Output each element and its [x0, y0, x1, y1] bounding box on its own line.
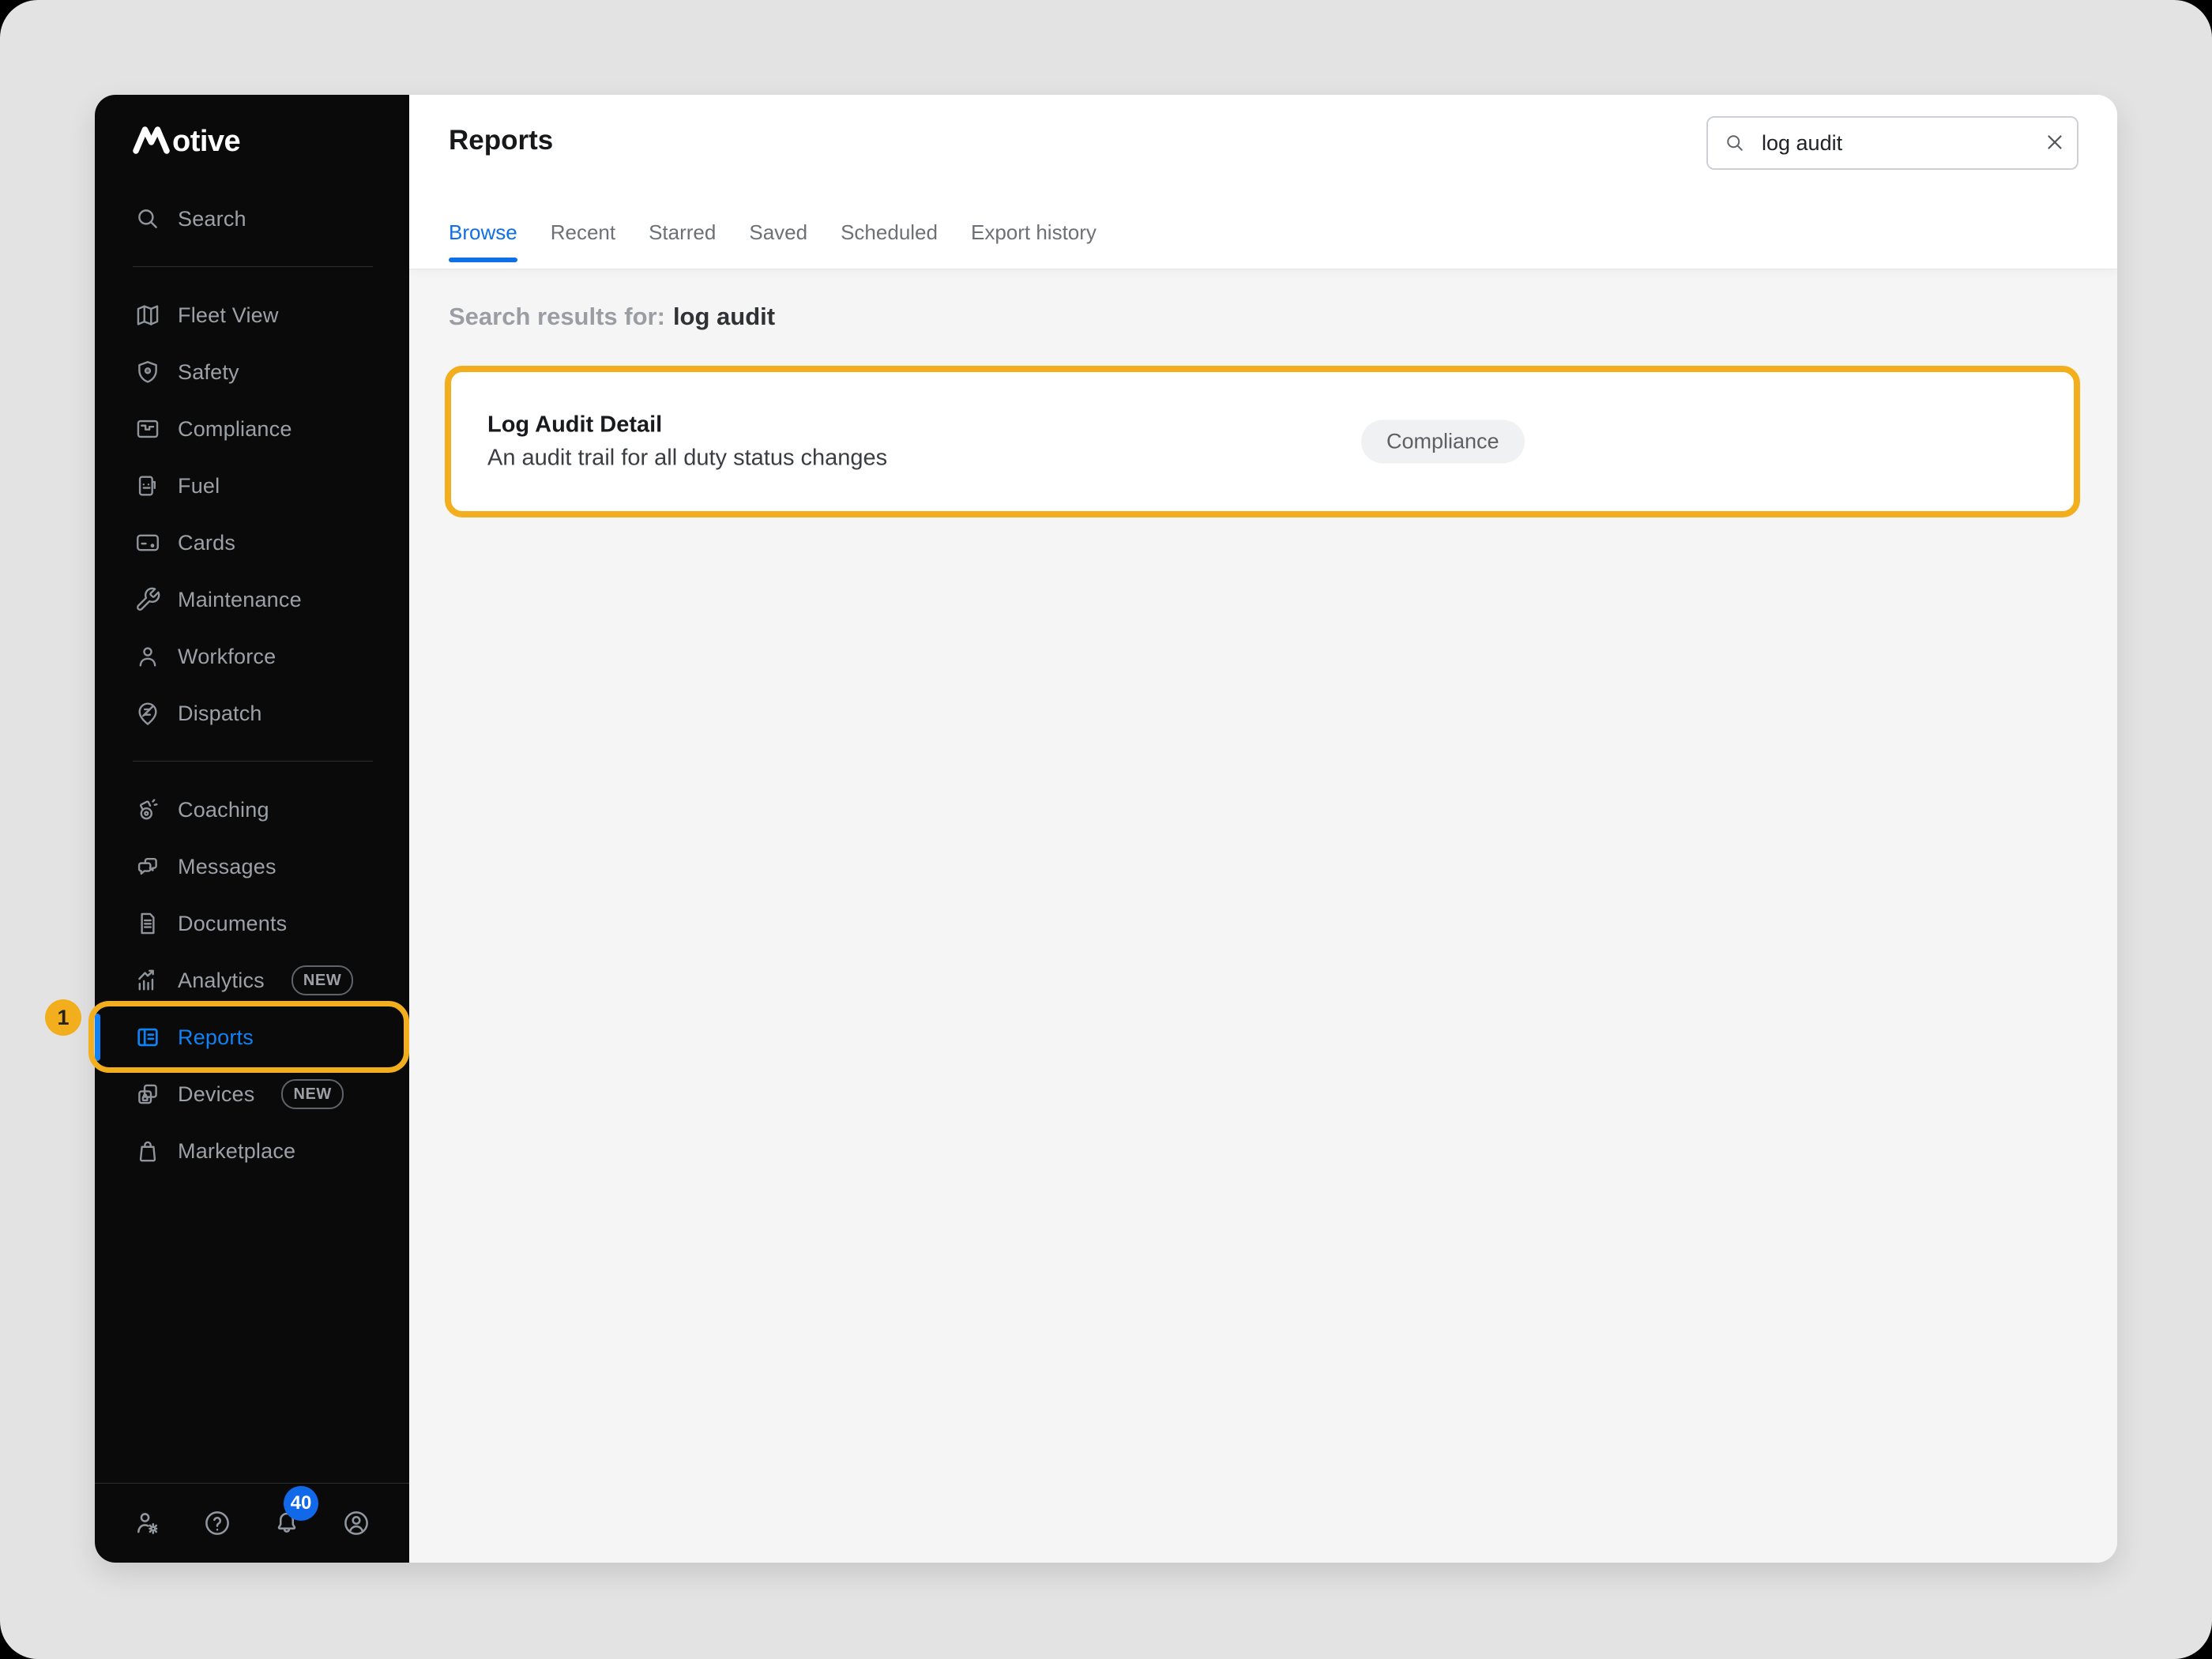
help-icon[interactable] — [202, 1508, 232, 1538]
sidebar-item-label: Coaching — [178, 798, 269, 822]
report-title: Log Audit Detail — [487, 412, 887, 438]
sidebar-item-label: Devices — [178, 1082, 254, 1107]
reports-search-box — [1706, 116, 2078, 170]
sidebar-item-label: Fuel — [178, 474, 220, 498]
tab-starred[interactable]: Starred — [649, 202, 716, 262]
search-input[interactable] — [1760, 130, 2043, 156]
sidebar-item-label: Fleet View — [178, 303, 279, 328]
notification-count-badge: 40 — [284, 1486, 318, 1521]
new-badge: NEW — [281, 1079, 343, 1109]
sidebar-item-dispatch[interactable]: Dispatch — [95, 685, 409, 742]
sidebar-divider — [133, 761, 373, 762]
sidebar-item-label: Reports — [178, 1025, 254, 1050]
clear-search-icon[interactable] — [2043, 130, 2067, 156]
tab-scheduled[interactable]: Scheduled — [841, 202, 938, 262]
profile-icon[interactable] — [341, 1508, 371, 1538]
sidebar-item-documents[interactable]: Documents — [95, 895, 409, 952]
sidebar-item-label: Documents — [178, 912, 287, 936]
sidebar-item-label: Search — [178, 207, 246, 231]
sidebar-item-coaching[interactable]: Coaching — [95, 781, 409, 838]
sidebar-item-compliance[interactable]: Compliance — [95, 401, 409, 457]
page-header: Reports Browse Recent Starred Saved Sche… — [409, 95, 2117, 269]
sidebar-item-label: Marketplace — [178, 1139, 295, 1164]
tab-recent[interactable]: Recent — [551, 202, 615, 262]
wrench-icon — [134, 586, 161, 613]
dispatch-pin-icon — [134, 700, 161, 727]
document-icon — [134, 910, 161, 937]
sidebar-item-reports[interactable]: Reports — [95, 1009, 409, 1066]
sidebar-item-marketplace[interactable]: Marketplace — [95, 1123, 409, 1179]
sidebar-item-fuel[interactable]: Fuel — [95, 457, 409, 514]
admin-user-gear-icon[interactable] — [133, 1508, 163, 1538]
notifications-bell-icon[interactable]: 40 — [272, 1508, 302, 1538]
analytics-chart-icon — [134, 967, 161, 994]
results-heading: Search results for: log audit — [449, 303, 775, 331]
whistle-icon — [134, 796, 161, 823]
svg-text:otive: otive — [172, 125, 240, 157]
tab-bar: Browse Recent Starred Saved Scheduled Ex… — [449, 202, 1097, 262]
main-panel: Reports Browse Recent Starred Saved Sche… — [409, 95, 2117, 1563]
sidebar-item-safety[interactable]: Safety — [95, 344, 409, 401]
sidebar-item-devices[interactable]: Devices NEW — [95, 1066, 409, 1123]
sidebar-item-label: Safety — [178, 360, 239, 385]
shield-icon — [134, 359, 161, 386]
report-card-text: Log Audit Detail An audit trail for all … — [487, 412, 887, 472]
sidebar-item-label: Maintenance — [178, 588, 302, 612]
app-window: otive Search Fleet View Safety — [95, 95, 2117, 1563]
category-badge: Compliance — [1361, 420, 1525, 464]
sidebar-item-label: Dispatch — [178, 702, 262, 726]
sidebar-item-fleet-view[interactable]: Fleet View — [95, 287, 409, 344]
map-icon — [134, 302, 161, 329]
page-title: Reports — [449, 125, 553, 156]
sidebar-spacer — [95, 1179, 409, 1483]
annotation-step-badge: 1 — [45, 999, 81, 1036]
results-heading-prefix: Search results for: — [449, 303, 665, 330]
active-indicator-bar — [95, 1014, 100, 1061]
screenshot-canvas: otive Search Fleet View Safety — [0, 0, 2212, 1659]
sidebar-item-workforce[interactable]: Workforce — [95, 628, 409, 685]
reports-icon — [134, 1024, 161, 1051]
search-icon — [134, 205, 161, 232]
sidebar-item-label: Compliance — [178, 417, 292, 442]
tab-export-history[interactable]: Export history — [971, 202, 1097, 262]
sidebar-item-label: Analytics — [178, 969, 265, 993]
fuel-pump-icon — [134, 472, 161, 499]
sidebar-divider — [133, 266, 373, 267]
sidebar-item-label: Workforce — [178, 645, 276, 669]
devices-icon — [134, 1081, 161, 1108]
sidebar-item-messages[interactable]: Messages — [95, 838, 409, 895]
tab-browse[interactable]: Browse — [449, 202, 517, 262]
sidebar-item-maintenance[interactable]: Maintenance — [95, 571, 409, 628]
new-badge: NEW — [292, 965, 353, 995]
sidebar-item-search[interactable]: Search — [95, 190, 409, 247]
results-query: log audit — [673, 303, 775, 330]
chat-bubbles-icon — [134, 853, 161, 880]
sidebar-footer: 40 — [95, 1484, 409, 1563]
search-icon — [1724, 132, 1746, 154]
tab-saved[interactable]: Saved — [749, 202, 807, 262]
sidebar-item-analytics[interactable]: Analytics NEW — [95, 952, 409, 1009]
sidebar-item-label: Messages — [178, 855, 276, 879]
report-result-card[interactable]: Log Audit Detail An audit trail for all … — [445, 366, 2080, 517]
shopping-bag-icon — [134, 1138, 161, 1164]
sidebar-item-label: Cards — [178, 531, 235, 555]
person-icon — [134, 643, 161, 670]
motive-logo: otive — [133, 121, 283, 157]
report-description: An audit trail for all duty status chang… — [487, 446, 887, 472]
compliance-chart-icon — [134, 416, 161, 442]
credit-card-icon — [134, 529, 161, 556]
sidebar-item-cards[interactable]: Cards — [95, 514, 409, 571]
sidebar: otive Search Fleet View Safety — [95, 95, 409, 1563]
